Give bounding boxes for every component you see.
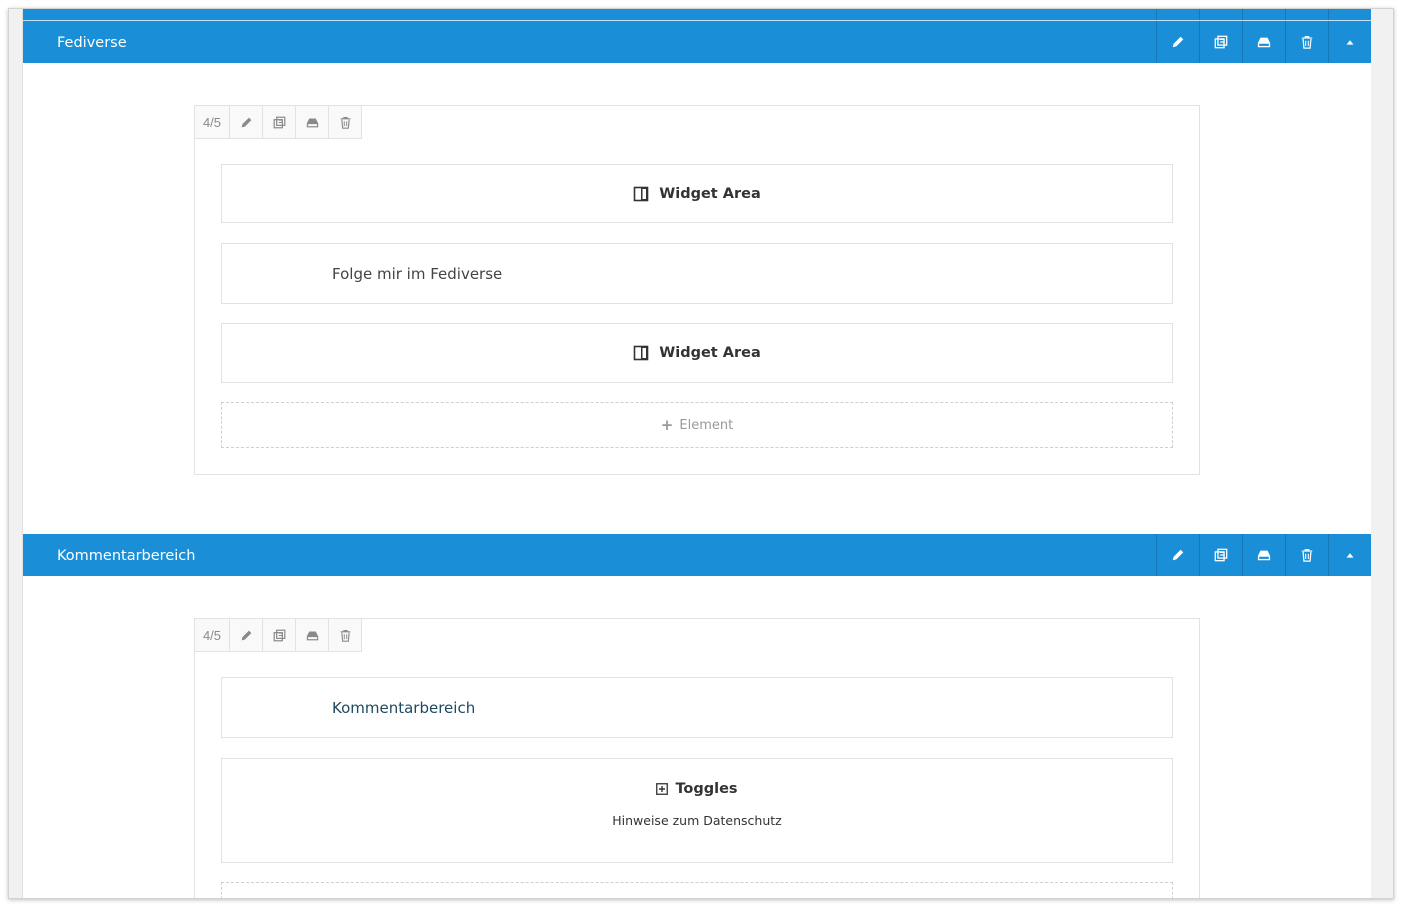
clone-icon xyxy=(1214,548,1228,562)
column-size-button[interactable]: 4/5 xyxy=(195,619,230,651)
pencil-icon xyxy=(1172,549,1184,561)
section-header-fediverse[interactable]: Fediverse xyxy=(23,21,1371,63)
widget-area-icon xyxy=(633,345,649,361)
collapse-arrow-icon xyxy=(1346,40,1354,45)
edit-section-button[interactable] xyxy=(1156,534,1199,576)
clone-column-button[interactable] xyxy=(263,106,296,138)
pencil-icon xyxy=(241,117,251,127)
column-fediverse: 4/5 Widget Area Folge mir im Fediverse W… xyxy=(194,105,1200,475)
trash-icon xyxy=(1301,549,1313,562)
trash-icon xyxy=(340,629,350,642)
collapse-section-button[interactable] xyxy=(1328,534,1371,576)
element-content: Widget Area xyxy=(222,165,1172,222)
element-label: Widget Area xyxy=(659,345,761,361)
text-element-content: Kommentarbereich xyxy=(332,698,476,717)
add-element-label: Element xyxy=(679,417,734,433)
save-column-button[interactable] xyxy=(296,106,329,138)
delete-column-button[interactable] xyxy=(329,106,361,138)
delete-section-button[interactable] xyxy=(1285,21,1328,63)
clone-icon xyxy=(273,629,285,641)
prev-ctrl-divider xyxy=(1285,9,1286,20)
plus-icon: + xyxy=(660,416,674,434)
edit-column-button[interactable] xyxy=(230,619,263,651)
save-icon xyxy=(1257,37,1271,48)
prev-ctrl-divider xyxy=(1328,9,1329,20)
clone-icon xyxy=(1214,35,1228,49)
collapse-arrow-icon xyxy=(1346,553,1354,558)
toggles-label: Toggles xyxy=(675,781,738,797)
clone-section-button[interactable] xyxy=(1199,534,1242,576)
column-kommentarbereich: 4/5 Kommentarbereich Toggles Hinweise zu… xyxy=(194,618,1200,898)
pencil-icon xyxy=(241,630,251,640)
section-controls xyxy=(1156,21,1371,63)
element-content: Widget Area xyxy=(222,324,1172,382)
edit-column-button[interactable] xyxy=(230,106,263,138)
widget-area-element[interactable]: Widget Area xyxy=(221,323,1173,383)
scrollbar[interactable] xyxy=(1371,9,1393,898)
save-column-button[interactable] xyxy=(296,619,329,651)
column-toolbar: 4/5 xyxy=(195,619,362,652)
toggles-title: Toggles xyxy=(222,781,1172,797)
clone-section-button[interactable] xyxy=(1199,21,1242,63)
builder-canvas: Fediverse 4/5 Widget Area Folge mir im F… xyxy=(22,9,1372,898)
element-label: Widget Area xyxy=(659,185,761,202)
toggles-element[interactable]: Toggles Hinweise zum Datenschutz xyxy=(221,758,1173,863)
clone-icon xyxy=(273,116,285,128)
section-controls xyxy=(1156,534,1371,576)
section-title[interactable]: Fediverse xyxy=(57,21,127,63)
section-header-kommentarbereich[interactable]: Kommentarbereich xyxy=(23,534,1371,576)
previous-section-header xyxy=(23,9,1371,21)
column-size-button[interactable]: 4/5 xyxy=(195,106,230,138)
text-element[interactable]: Kommentarbereich xyxy=(221,677,1173,738)
save-icon xyxy=(306,630,318,640)
section-title[interactable]: Kommentarbereich xyxy=(57,534,195,576)
prev-ctrl-divider xyxy=(1242,9,1243,20)
delete-column-button[interactable] xyxy=(329,619,361,651)
toggles-subtitle: Hinweise zum Datenschutz xyxy=(612,813,782,828)
add-element-placeholder[interactable] xyxy=(221,882,1173,898)
edit-section-button[interactable] xyxy=(1156,21,1199,63)
delete-section-button[interactable] xyxy=(1285,534,1328,576)
save-section-button[interactable] xyxy=(1242,21,1285,63)
collapse-section-button[interactable] xyxy=(1328,21,1371,63)
pencil-icon xyxy=(1172,36,1184,48)
prev-ctrl-divider xyxy=(1199,9,1200,20)
trash-icon xyxy=(1301,36,1313,49)
save-section-button[interactable] xyxy=(1242,534,1285,576)
prev-ctrl-divider xyxy=(1156,9,1157,20)
app-window: Fediverse 4/5 Widget Area Folge mir im F… xyxy=(8,8,1394,899)
trash-icon xyxy=(340,116,350,129)
save-icon xyxy=(1257,550,1271,561)
clone-column-button[interactable] xyxy=(263,619,296,651)
toggles-plus-icon xyxy=(656,783,669,795)
text-element-content: Folge mir im Fediverse xyxy=(332,264,503,283)
widget-area-element[interactable]: Widget Area xyxy=(221,164,1173,223)
text-element[interactable]: Folge mir im Fediverse xyxy=(221,243,1173,304)
column-toolbar: 4/5 xyxy=(195,106,362,139)
save-icon xyxy=(306,117,318,127)
widget-area-icon xyxy=(633,186,649,201)
add-element-button[interactable]: + Element xyxy=(221,402,1173,448)
